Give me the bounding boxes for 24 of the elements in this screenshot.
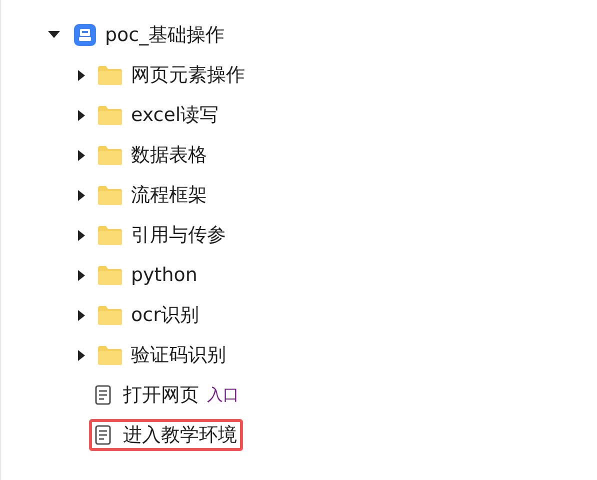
folder-icon xyxy=(98,185,122,205)
folder-icon xyxy=(98,65,122,85)
tree-item-label[interactable]: python xyxy=(131,264,198,286)
folder-icon xyxy=(98,145,122,165)
document-icon xyxy=(95,425,111,445)
selected-tree-item[interactable]: 进入教学环境 xyxy=(89,419,243,451)
folder-icon xyxy=(98,225,122,245)
folder-icon xyxy=(98,305,122,325)
project-icon xyxy=(74,24,96,46)
document-icon xyxy=(95,385,111,405)
tree-item-label[interactable]: ocr识别 xyxy=(131,304,199,326)
entry-tag: 入口 xyxy=(207,383,239,407)
folder-icon xyxy=(98,265,122,285)
tree-item-label[interactable]: 进入教学环境 xyxy=(123,424,237,446)
folder-icon xyxy=(98,345,122,365)
tree-item-label[interactable]: 流程框架 xyxy=(131,184,207,206)
tree-item-label[interactable]: excel读写 xyxy=(131,104,219,126)
tree-item-label[interactable]: 网页元素操作 xyxy=(131,64,245,86)
tree-item-label[interactable]: 引用与传参 xyxy=(131,224,226,246)
tree-item-label[interactable]: 数据表格 xyxy=(131,144,207,166)
tree-item-label[interactable]: poc_基础操作 xyxy=(105,24,225,46)
tree-item-label[interactable]: 验证码识别 xyxy=(131,344,226,366)
tree-item-label[interactable]: 打开网页 xyxy=(123,384,199,406)
folder-icon xyxy=(98,105,122,125)
